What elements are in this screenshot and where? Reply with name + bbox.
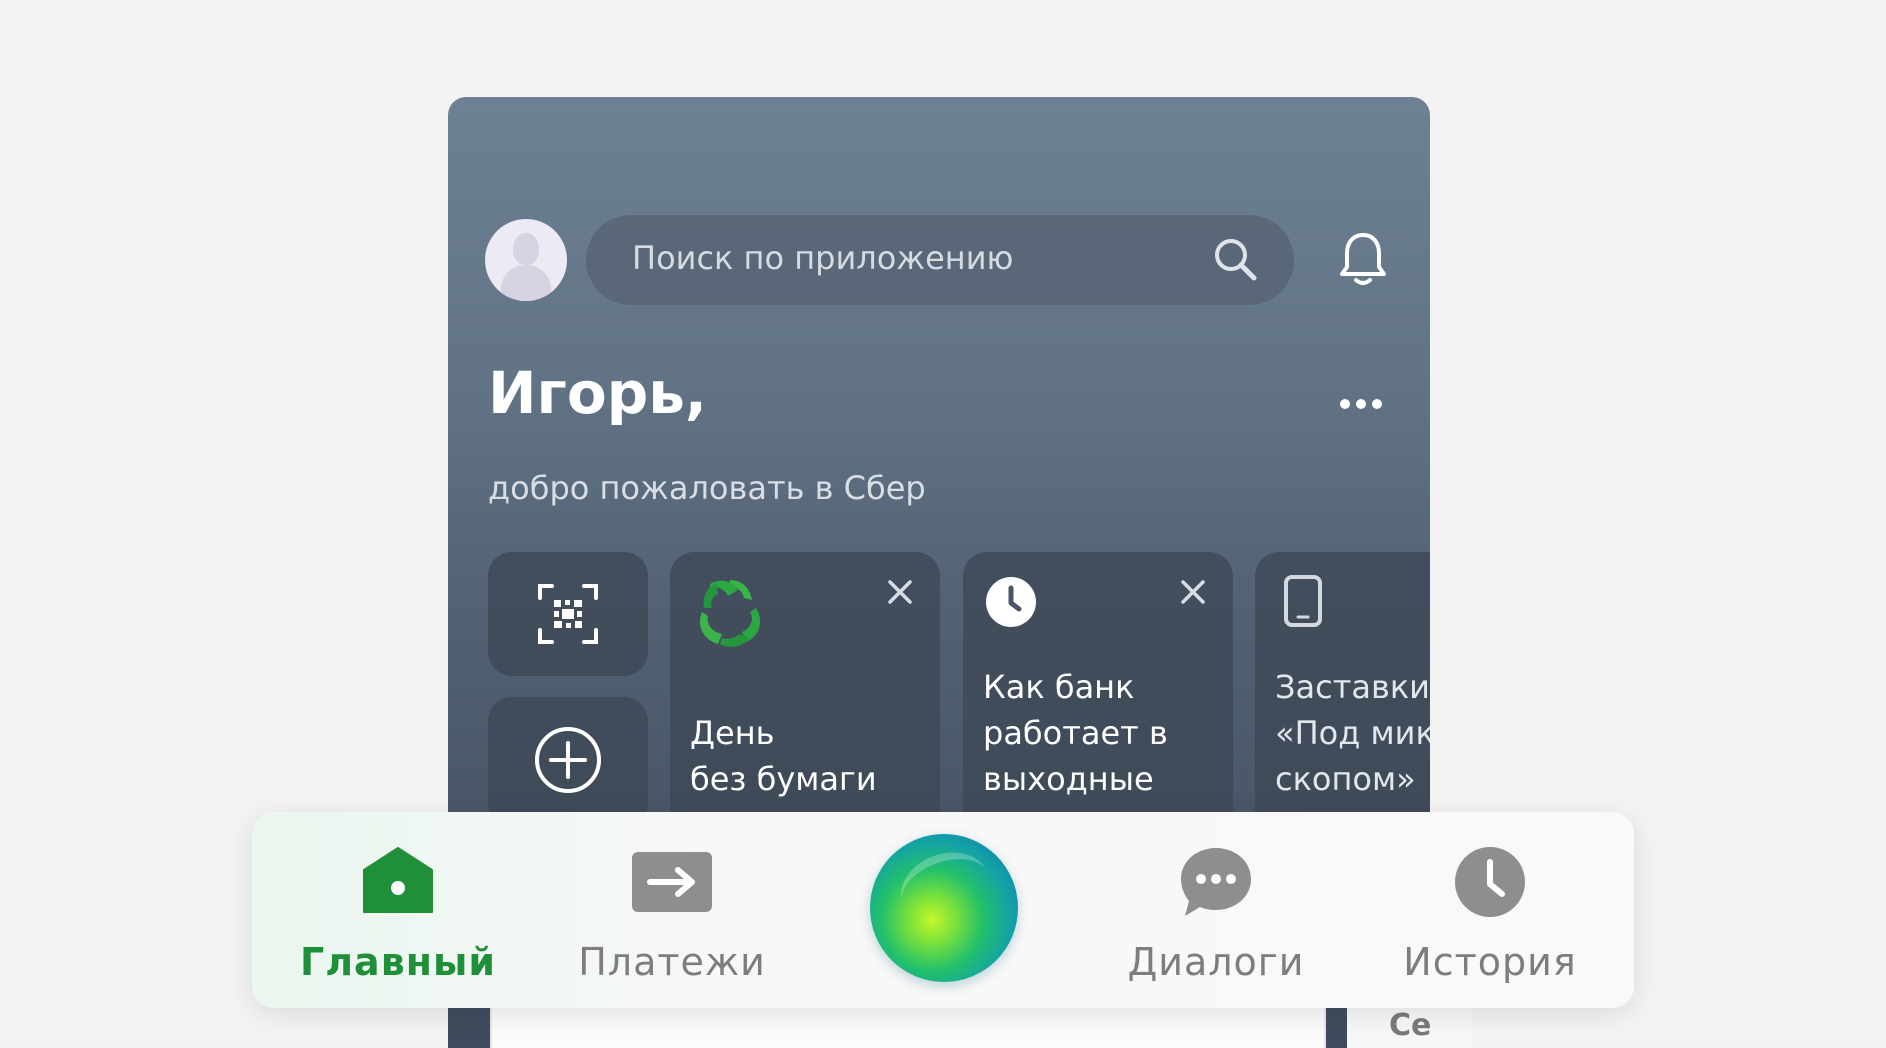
search-bar[interactable]: Поиск по приложению	[586, 215, 1294, 305]
close-icon[interactable]	[886, 578, 914, 606]
eco-recycle-icon	[699, 580, 761, 647]
search-icon[interactable]	[1211, 235, 1259, 283]
story-card-bank-weekends[interactable]: Как банк работает в выходные	[963, 552, 1233, 832]
plus-circle-icon	[535, 727, 601, 793]
history-clock-icon	[1455, 847, 1525, 917]
assistant-orb-button[interactable]	[870, 834, 1018, 982]
home-icon	[363, 847, 433, 913]
phone-icon	[1284, 575, 1322, 627]
profile-avatar[interactable]	[485, 219, 567, 301]
qr-scan-button[interactable]	[488, 552, 648, 676]
tab-payments[interactable]: Платежи	[552, 812, 792, 1008]
tab-label: Диалоги	[1127, 940, 1305, 984]
greeting-subtitle: добро пожаловать в Сбер	[488, 469, 926, 507]
close-icon[interactable]	[1179, 578, 1207, 606]
tab-history[interactable]: История	[1370, 812, 1610, 1008]
notifications-bell-icon[interactable]	[1338, 231, 1388, 287]
story-card-paperless-day[interactable]: День без бумаги	[670, 552, 940, 832]
tab-label: История	[1403, 940, 1577, 984]
avatar-head-shape	[513, 233, 539, 265]
qr-scan-icon	[538, 584, 598, 644]
content-peek-text: Се	[1389, 1008, 1432, 1043]
story-title: Как банк работает в выходные	[983, 668, 1168, 798]
tab-label: Главный	[300, 940, 496, 984]
story-card-screensavers[interactable]: Заставки «Под мик скопом»	[1255, 552, 1430, 832]
tab-dialogs[interactable]: Диалоги	[1096, 812, 1336, 1008]
chat-bubble-icon	[1181, 848, 1251, 916]
greeting-name: Игорь,	[488, 359, 707, 427]
payments-arrow-icon	[632, 852, 712, 912]
tab-home[interactable]: Главный	[278, 812, 518, 1008]
tab-label: Платежи	[578, 940, 766, 984]
content-card-peek	[490, 1005, 1326, 1048]
story-title: Заставки «Под мик скопом»	[1275, 668, 1430, 798]
clock-icon	[986, 577, 1036, 627]
bottom-tab-bar: Главный Платежи Диалоги История	[252, 812, 1634, 1008]
add-shortcut-button[interactable]	[488, 697, 648, 827]
more-options-icon[interactable]	[1338, 397, 1384, 411]
story-title: День без бумаги	[690, 714, 877, 798]
avatar-body-shape	[501, 265, 551, 301]
search-input-placeholder[interactable]: Поиск по приложению	[632, 239, 1013, 277]
app-screen: Поиск по приложению Игорь, добро пожалов…	[0, 0, 1886, 1048]
